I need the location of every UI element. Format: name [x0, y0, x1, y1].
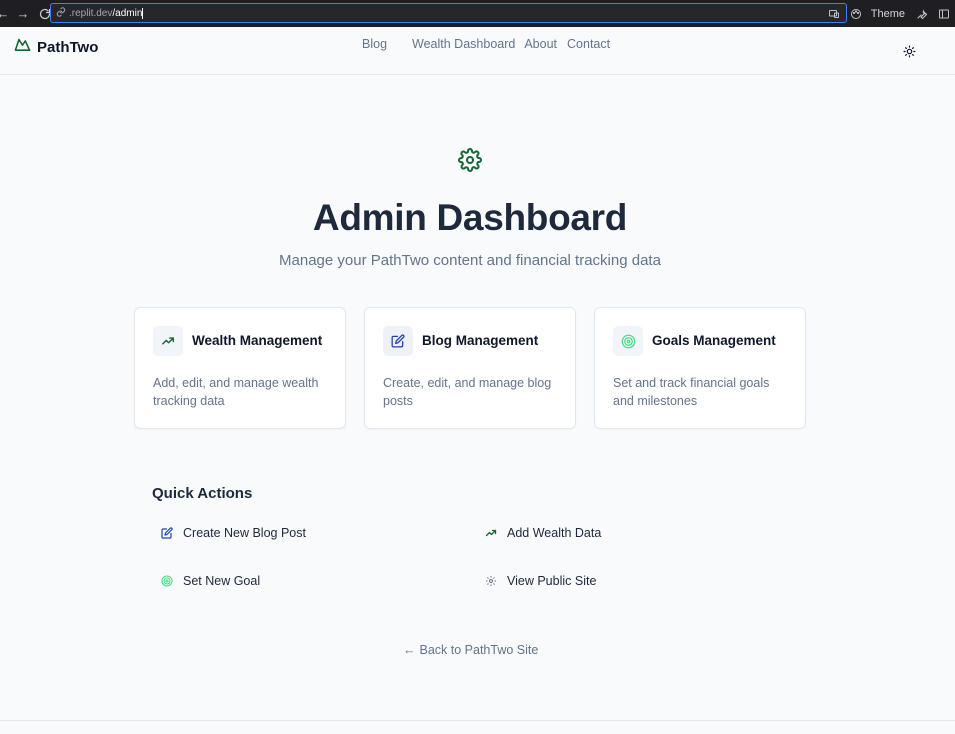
back-to-site-link[interactable]: ← Back to PathTwo Site	[403, 643, 538, 657]
trending-up-icon	[153, 326, 183, 356]
target-icon	[613, 326, 643, 356]
action-label: View Public Site	[507, 574, 597, 588]
card-title: Goals Management	[652, 333, 776, 348]
palette-icon[interactable]	[849, 7, 863, 21]
url-path: /admin	[112, 7, 143, 19]
action-label: Add Wealth Data	[507, 526, 602, 540]
card-description: Set and track financial goals and milest…	[613, 376, 770, 408]
logo-text: PathTwo	[37, 38, 99, 56]
settings-gear-icon	[458, 148, 482, 172]
view-public-site-action[interactable]: View Public Site	[485, 574, 596, 588]
main-nav: Blog Wealth Dashboard About Contact	[362, 37, 610, 51]
forward-arrow-icon[interactable]: →	[16, 6, 30, 21]
panel-icon[interactable]	[937, 7, 951, 21]
nav-link-about[interactable]: About	[524, 37, 557, 51]
theme-label[interactable]: Theme	[871, 8, 905, 20]
action-label: Set New Goal	[183, 574, 261, 588]
page-title: Admin Dashboard	[312, 197, 628, 238]
card-title: Blog Management	[422, 333, 539, 348]
back-link-label: Back to PathTwo Site	[419, 643, 539, 657]
trending-up-icon	[485, 527, 497, 539]
set-new-goal-action[interactable]: Set New Goal	[161, 574, 260, 588]
text-caret	[142, 7, 144, 19]
quick-actions-title: Quick Actions	[152, 485, 253, 502]
edit-icon	[161, 527, 173, 539]
browser-toolbar: ← → .replit.dev/admin Theme	[0, 0, 955, 27]
address-bar[interactable]: .replit.dev/admin	[50, 3, 847, 23]
site-logo[interactable]: PathTwo	[14, 37, 98, 57]
action-label: Create New Blog Post	[183, 526, 306, 540]
blog-management-card[interactable]: Blog Management Create, edit, and manage…	[364, 307, 576, 429]
site-header: PathTwo Blog Wealth Dashboard About Cont…	[0, 27, 955, 75]
mountain-logo-icon	[14, 37, 31, 57]
card-title: Wealth Management	[192, 333, 323, 348]
wrench-icon[interactable]	[915, 7, 929, 21]
add-wealth-data-action[interactable]: Add Wealth Data	[485, 526, 601, 540]
theme-toggle-sun-icon[interactable]	[903, 45, 917, 59]
page-subtitle: Manage your PathTwo content and financia…	[279, 252, 661, 269]
footer-divider	[0, 720, 955, 721]
target-icon	[161, 575, 173, 587]
create-blog-post-action[interactable]: Create New Blog Post	[161, 526, 306, 540]
goals-management-card[interactable]: Goals Management Set and track financial…	[594, 307, 806, 429]
url-domain: .replit.dev	[69, 7, 113, 19]
nav-link-blog[interactable]: Blog	[362, 37, 387, 51]
nav-link-contact[interactable]: Contact	[567, 37, 610, 51]
cast-icon[interactable]	[827, 7, 841, 21]
arrow-left-icon: ←	[403, 643, 416, 657]
card-description: Create, edit, and manage blog posts	[383, 376, 552, 408]
card-description: Add, edit, and manage wealth tracking da…	[153, 376, 319, 408]
nav-link-wealth-dashboard[interactable]: Wealth Dashboard	[412, 37, 515, 51]
gear-icon	[485, 575, 497, 587]
wealth-management-card[interactable]: Wealth Management Add, edit, and manage …	[134, 307, 346, 429]
back-arrow-icon[interactable]: ←	[0, 6, 10, 21]
link-icon	[56, 6, 66, 20]
edit-icon	[383, 326, 413, 356]
